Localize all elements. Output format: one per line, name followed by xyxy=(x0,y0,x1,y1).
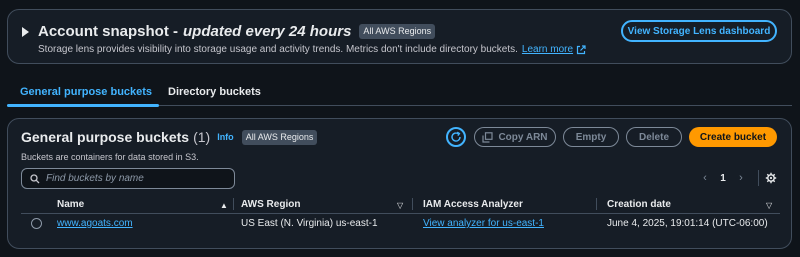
view-analyzer-link[interactable]: View analyzer for us-east-1 xyxy=(423,218,544,229)
refresh-button[interactable] xyxy=(446,127,466,147)
buckets-title: General purpose buckets xyxy=(21,129,190,145)
info-link[interactable]: Info xyxy=(217,132,234,142)
snapshot-description-row: Storage lens provides visibility into st… xyxy=(38,44,586,55)
buckets-header: General purpose buckets (1) Info All AWS… xyxy=(21,129,318,145)
pager-divider xyxy=(758,170,759,186)
general-purpose-buckets-panel: General purpose buckets (1) Info All AWS… xyxy=(7,118,792,249)
view-storage-lens-dashboard-button[interactable]: View Storage Lens dashboard xyxy=(621,20,777,42)
region-badge: All AWS Regions xyxy=(241,129,318,145)
search-icon xyxy=(30,173,40,183)
tab-general-purpose-buckets[interactable]: General purpose buckets xyxy=(20,86,152,98)
delete-button[interactable]: Delete xyxy=(626,127,682,147)
refresh-icon xyxy=(451,131,461,142)
column-aws-region[interactable]: AWS Region xyxy=(241,199,300,210)
column-divider[interactable] xyxy=(412,198,413,210)
copy-arn-label: Copy ARN xyxy=(498,131,548,143)
create-bucket-button[interactable]: Create bucket xyxy=(689,127,777,147)
column-creation-date[interactable]: Creation date xyxy=(607,199,671,210)
gear-icon[interactable] xyxy=(765,172,777,184)
region-badge: All AWS Regions xyxy=(359,24,436,39)
learn-more-link[interactable]: Learn more xyxy=(522,44,573,55)
account-snapshot-panel: Account snapshot - updated every 24 hour… xyxy=(7,9,792,64)
bucket-region: US East (N. Virginia) us-east-1 xyxy=(241,218,378,229)
copy-arn-button[interactable]: Copy ARN xyxy=(474,127,556,147)
snapshot-title: Account snapshot - xyxy=(38,23,179,40)
sort-ascending-icon[interactable]: ▲ xyxy=(220,201,228,210)
snapshot-description: Storage lens provides visibility into st… xyxy=(38,44,518,55)
tab-directory-buckets[interactable]: Directory buckets xyxy=(168,86,261,98)
bucket-type-tabs: General purpose buckets Directory bucket… xyxy=(7,78,792,107)
bucket-actions: Copy ARN Empty Delete Create bucket xyxy=(446,127,777,147)
active-tab-indicator xyxy=(7,104,159,107)
table-row[interactable]: www.agoats.com US East (N. Virginia) us-… xyxy=(21,215,780,233)
column-divider[interactable] xyxy=(596,198,597,210)
bucket-creation-date: June 4, 2025, 19:01:14 (UTC-06:00) xyxy=(607,218,768,229)
snapshot-title-suffix: updated every 24 hours xyxy=(183,23,352,40)
column-divider[interactable] xyxy=(233,198,234,210)
search-input[interactable] xyxy=(46,173,216,184)
snapshot-header[interactable]: Account snapshot - updated every 24 hour… xyxy=(22,23,436,40)
column-name[interactable]: Name xyxy=(57,199,84,210)
row-select-radio[interactable] xyxy=(31,218,42,229)
next-page-icon[interactable]: › xyxy=(732,172,750,184)
empty-button[interactable]: Empty xyxy=(563,127,619,147)
pagination: ‹ 1 › xyxy=(696,170,777,186)
column-iam-access-analyzer[interactable]: IAM Access Analyzer xyxy=(423,199,523,210)
sort-icon[interactable]: ▽ xyxy=(397,201,403,210)
buckets-count: (1) xyxy=(193,129,211,145)
copy-icon xyxy=(482,131,494,143)
bucket-search[interactable] xyxy=(21,168,235,189)
bucket-name-link[interactable]: www.agoats.com xyxy=(57,218,133,229)
sort-icon[interactable]: ▽ xyxy=(766,201,772,210)
expand-caret-icon[interactable] xyxy=(22,26,29,37)
external-link-icon[interactable] xyxy=(576,44,586,55)
buckets-description: Buckets are containers for data stored i… xyxy=(21,152,199,162)
previous-page-icon[interactable]: ‹ xyxy=(696,172,714,184)
page-number[interactable]: 1 xyxy=(714,173,732,184)
table-header: Name ▲ AWS Region ▽ IAM Access Analyzer … xyxy=(21,195,780,214)
